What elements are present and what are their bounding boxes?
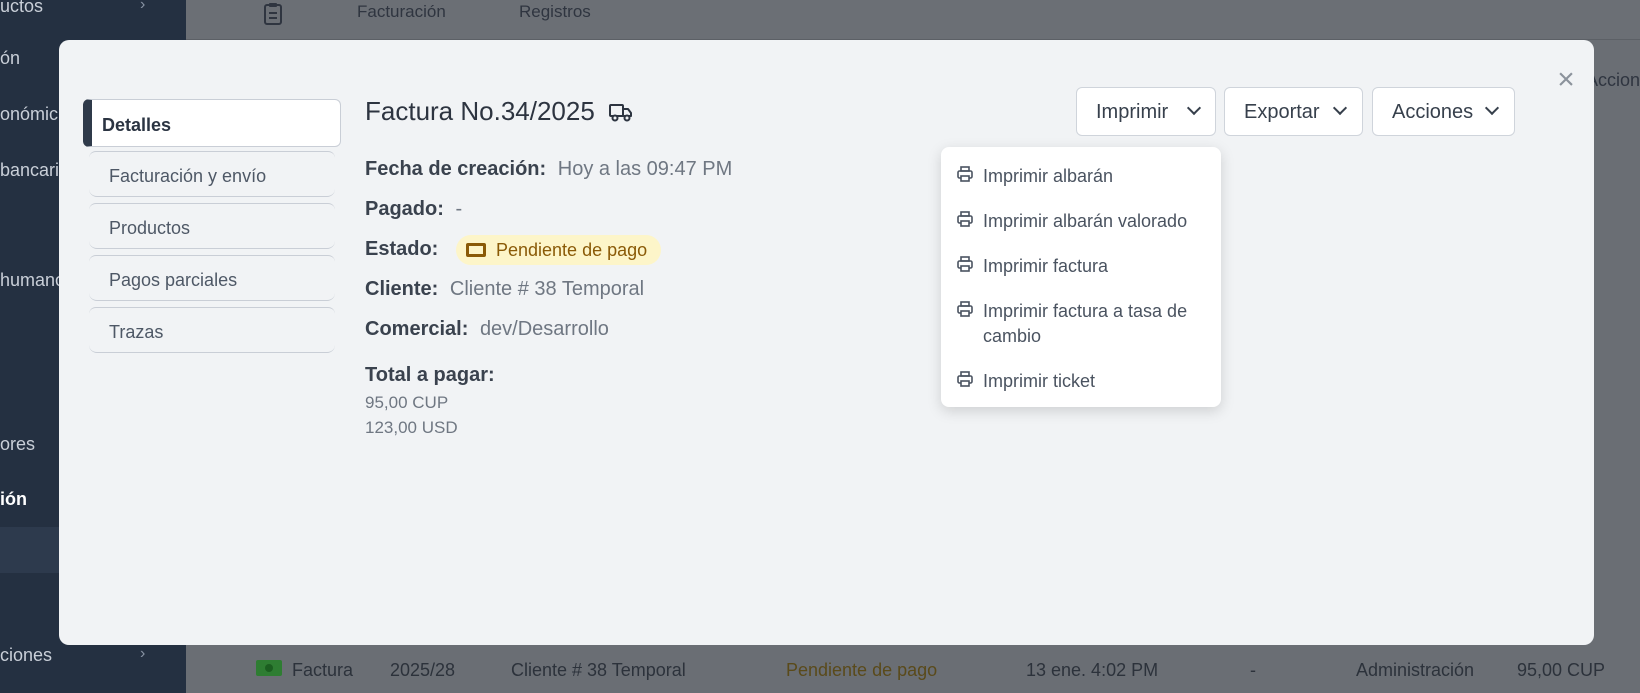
field-status: Estado: [365, 238, 444, 261]
status-badge: Pendiente de pago [456, 235, 662, 265]
printer-icon [957, 211, 973, 227]
print-button[interactable]: Imprimir [1076, 87, 1216, 136]
menu-item-label: Imprimir albarán [983, 166, 1114, 186]
sidebar-item[interactable]: ón [0, 48, 20, 69]
clipboard-icon [264, 3, 282, 25]
printer-icon [957, 256, 973, 272]
export-button-label: Exportar [1244, 101, 1320, 123]
printer-icon [957, 166, 973, 182]
row-client: Cliente # 38 Temporal [511, 660, 686, 680]
agent-label: Comercial: [365, 318, 469, 340]
printer-icon [957, 301, 973, 317]
menu-item-label: Imprimir ticket [983, 371, 1095, 391]
menu-item-label: Imprimir factura [983, 256, 1109, 276]
sidebar-item[interactable]: bancari [0, 160, 59, 181]
paid-label: Pagado: [365, 198, 444, 220]
menu-item-label: Imprimir factura a tasa de cambio [983, 301, 1188, 346]
actions-column-header: Accion [1585, 70, 1640, 90]
row-number: 2025/28 [390, 660, 456, 680]
sidebar-item[interactable]: ores [0, 434, 35, 455]
row-date: 13 ene. 4:02 PM [1026, 660, 1159, 680]
tab-facturacion-envio[interactable]: Facturación y envío [89, 151, 335, 197]
created-value: Hoy a las 09:47 PM [557, 158, 733, 180]
row-type: Factura [292, 660, 354, 680]
money-icon [256, 660, 282, 681]
breadcrumb-item[interactable]: Facturación [357, 2, 446, 22]
truck-icon[interactable] [609, 101, 633, 123]
sidebar-item-active[interactable]: ión [0, 489, 27, 510]
menu-item-print-invoice[interactable]: Imprimir factura [957, 254, 1207, 279]
field-created: Fecha de creación: Hoy a las 09:47 PM [365, 158, 732, 181]
breadcrumb-item[interactable]: Registros [519, 2, 591, 22]
print-dropdown-menu: Imprimir albarán Imprimir albarán valora… [941, 147, 1221, 407]
ticket-icon [466, 243, 486, 257]
field-client: Cliente: Cliente # 38 Temporal [365, 278, 644, 301]
tab-productos[interactable]: Productos [89, 203, 335, 249]
menu-item-print-valued-delivery-note[interactable]: Imprimir albarán valorado [957, 209, 1207, 234]
paid-value: - [455, 198, 463, 220]
created-label: Fecha de creación: [365, 158, 547, 180]
export-button[interactable]: Exportar [1224, 87, 1363, 136]
chevron-down-icon [1332, 100, 1348, 116]
field-paid: Pagado: - [365, 198, 462, 221]
client-label: Cliente: [365, 278, 439, 300]
menu-item-print-invoice-exchange-rate[interactable]: Imprimir factura a tasa de cambio [957, 299, 1207, 349]
printer-icon [957, 371, 973, 387]
invoice-title: Factura No.34/2025 [365, 96, 595, 126]
chevron-down-icon [1186, 100, 1202, 116]
total-amount-usd: 123,00 USD [365, 418, 458, 437]
sidebar-item[interactable]: uctos [0, 0, 43, 17]
tab-detalles[interactable]: Detalles [83, 99, 341, 147]
actions-button[interactable]: Acciones [1372, 87, 1515, 136]
status-label: Estado: [365, 238, 439, 260]
sidebar-item[interactable]: onómic [0, 104, 58, 125]
sidebar-item[interactable]: humano [0, 270, 65, 291]
sidebar-item[interactable]: ciones [0, 645, 52, 666]
chevron-down-icon [1484, 100, 1500, 116]
actions-button-label: Acciones [1392, 101, 1474, 123]
tab-pagos-parciales[interactable]: Pagos parciales [89, 255, 335, 301]
total-amount-cup: 95,00 CUP [365, 393, 449, 412]
chevron-right-icon: › [140, 0, 146, 13]
status-value: Pendiente de pago [496, 240, 648, 260]
table-row[interactable]: Factura 2025/28 Cliente # 38 Temporal Pe… [226, 650, 1640, 693]
close-icon[interactable]: × [1552, 65, 1580, 95]
background-topbar: Facturación Registros [186, 0, 1640, 40]
menu-item-print-ticket[interactable]: Imprimir ticket [957, 369, 1207, 394]
row-agent: Administración [1356, 660, 1475, 680]
total-label: Total a pagar: [365, 364, 495, 386]
client-value: Cliente # 38 Temporal [449, 278, 645, 300]
menu-item-label: Imprimir albarán valorado [983, 211, 1188, 231]
row-status: Pendiente de pago [786, 660, 938, 680]
chevron-right-icon: › [140, 645, 146, 662]
row-amount: 95,00 CUP [1517, 660, 1606, 680]
row-paid: - [1250, 660, 1256, 680]
field-agent: Comercial: dev/Desarrollo [365, 318, 609, 341]
tab-trazas[interactable]: Trazas [89, 307, 335, 353]
menu-item-print-delivery-note[interactable]: Imprimir albarán [957, 164, 1207, 189]
agent-value: dev/Desarrollo [479, 318, 609, 340]
print-button-label: Imprimir [1096, 101, 1169, 123]
